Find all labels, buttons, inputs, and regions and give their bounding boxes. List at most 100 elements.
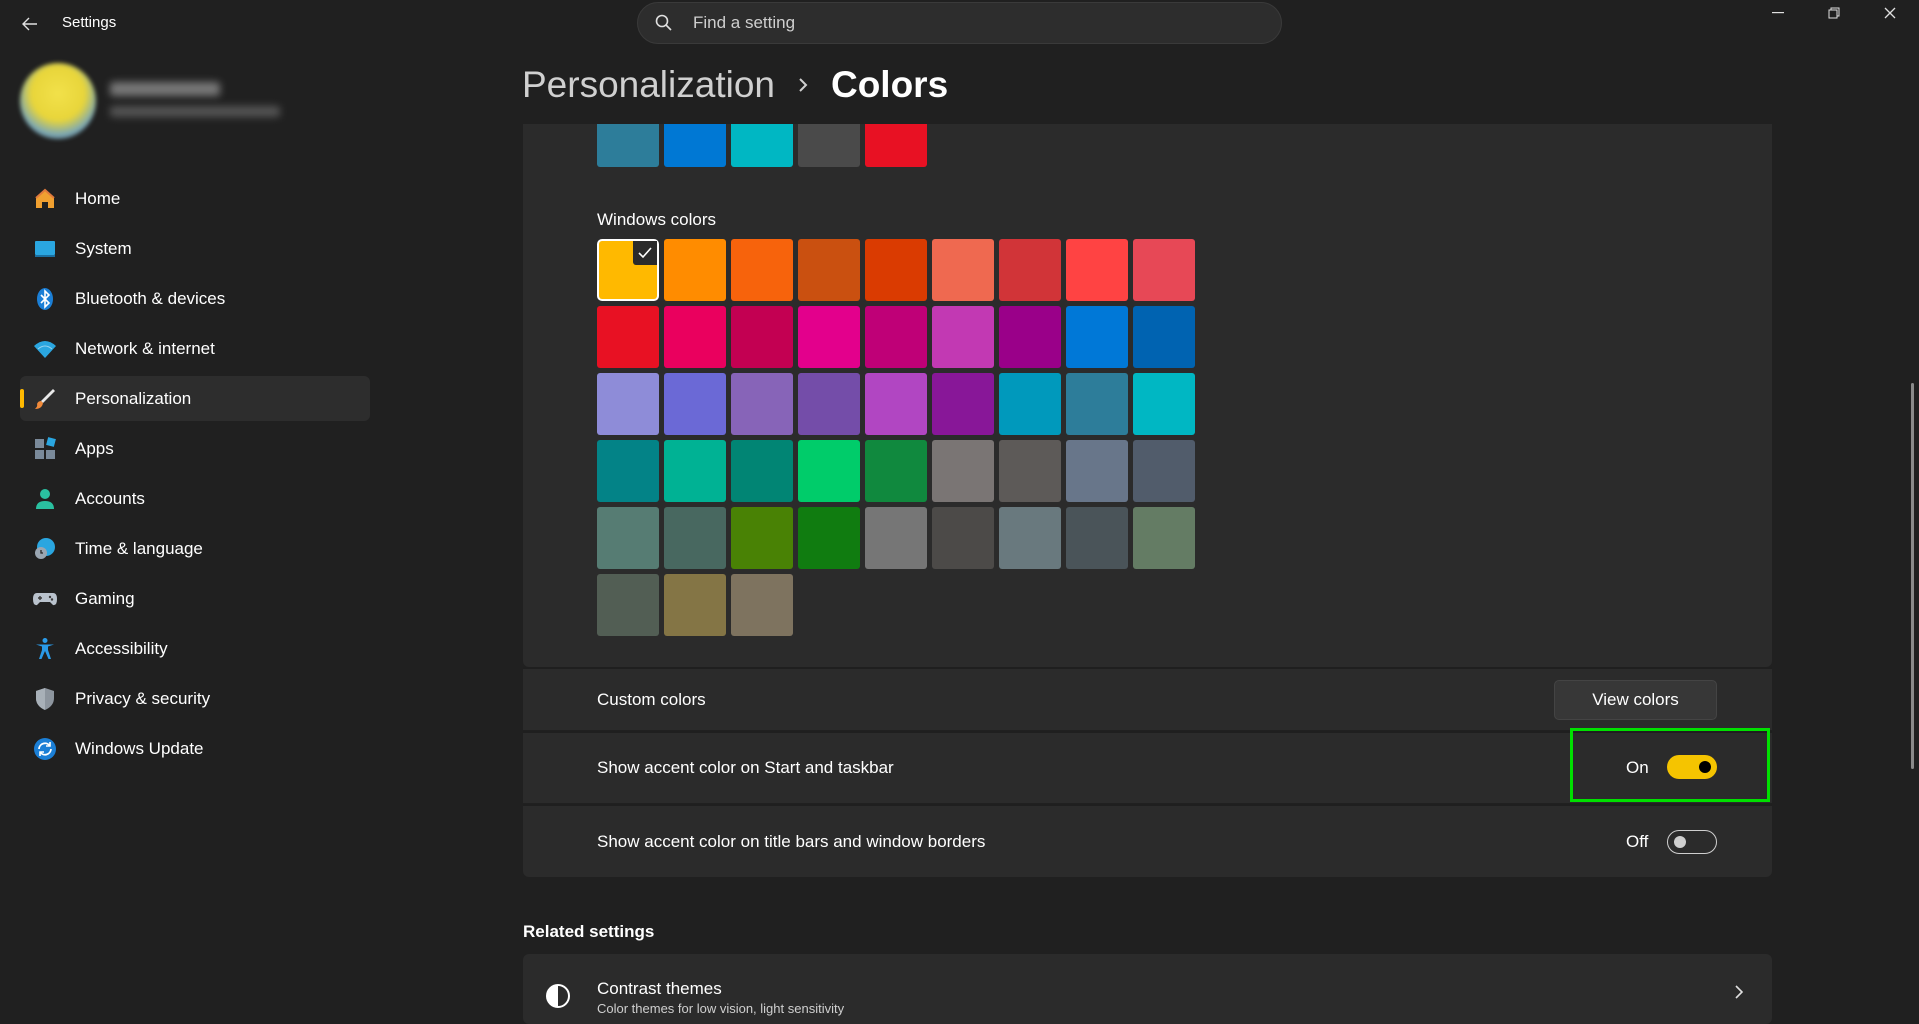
sidebar-item-label: Privacy & security (75, 688, 211, 708)
toggle-knob (1674, 836, 1686, 848)
sidebar-item-label: Bluetooth & devices (75, 288, 226, 308)
sidebar-item-label: Apps (75, 438, 114, 458)
windows-color-swatch[interactable] (798, 306, 860, 368)
back-button[interactable] (14, 10, 46, 38)
windows-color-swatch[interactable] (932, 306, 994, 368)
windows-color-swatch[interactable] (798, 440, 860, 502)
windows-color-swatch[interactable] (999, 507, 1061, 569)
windows-color-swatch[interactable] (932, 507, 994, 569)
profile-name-blurred (110, 82, 220, 96)
recent-color-swatch[interactable] (731, 124, 793, 167)
windows-color-swatch[interactable] (731, 306, 793, 368)
windows-color-swatch[interactable] (664, 507, 726, 569)
sidebar-nav: Home System Bluetooth & devices Network … (20, 176, 370, 776)
recent-color-swatch[interactable] (798, 124, 860, 167)
windows-color-swatch[interactable] (731, 574, 793, 636)
windows-color-swatch[interactable] (597, 306, 659, 368)
windows-color-swatch[interactable] (932, 373, 994, 435)
windows-color-swatch[interactable] (798, 507, 860, 569)
system-icon (32, 236, 58, 262)
windows-color-swatch[interactable] (999, 239, 1061, 301)
accounts-icon (32, 486, 58, 512)
sidebar-item-system[interactable]: System (20, 226, 370, 271)
windows-color-swatch[interactable] (1066, 440, 1128, 502)
windows-color-swatch[interactable] (798, 373, 860, 435)
windows-color-swatch[interactable] (664, 306, 726, 368)
windows-color-swatch[interactable] (865, 507, 927, 569)
windows-color-swatch[interactable] (1133, 239, 1195, 301)
breadcrumb-parent[interactable]: Personalization (522, 64, 775, 106)
windows-color-swatch[interactable] (999, 440, 1061, 502)
windows-color-swatch[interactable] (1133, 507, 1195, 569)
windows-color-swatch[interactable] (1066, 373, 1128, 435)
recent-color-swatch[interactable] (597, 124, 659, 167)
scrollbar[interactable] (1911, 383, 1914, 769)
windows-color-swatch[interactable] (1133, 373, 1195, 435)
windows-color-swatch[interactable] (865, 306, 927, 368)
windows-color-swatch[interactable] (1066, 507, 1128, 569)
sidebar-item-label: Personalization (75, 388, 192, 408)
sidebar-item-label: Home (75, 188, 121, 208)
sidebar-item-network[interactable]: Network & internet (20, 326, 370, 371)
windows-color-swatch[interactable] (731, 373, 793, 435)
windows-color-swatch[interactable] (932, 440, 994, 502)
recent-color-swatch[interactable] (664, 124, 726, 167)
windows-color-swatch[interactable] (865, 239, 927, 301)
minimize-button[interactable] (1750, 0, 1806, 26)
windows-color-swatch[interactable] (599, 241, 657, 299)
sidebar-item-accounts[interactable]: Accounts (20, 476, 370, 521)
chevron-right-icon (1734, 984, 1744, 1005)
windows-colors-label: Windows colors (597, 210, 717, 229)
recent-color-swatch[interactable] (865, 124, 927, 167)
minimize-icon (1772, 12, 1784, 14)
windows-color-swatch[interactable] (932, 239, 994, 301)
sidebar-item-bluetooth[interactable]: Bluetooth & devices (20, 276, 370, 321)
windows-color-swatch[interactable] (798, 239, 860, 301)
windows-color-swatch[interactable] (731, 440, 793, 502)
windows-color-swatch[interactable] (1133, 440, 1195, 502)
close-button[interactable] (1862, 0, 1918, 26)
sidebar-item-privacy[interactable]: Privacy & security (20, 676, 370, 721)
app-title: Settings (62, 14, 117, 31)
back-arrow-icon (22, 17, 37, 31)
bluetooth-icon (32, 286, 58, 312)
windows-color-swatch[interactable] (664, 440, 726, 502)
sidebar-item-apps[interactable]: Apps (20, 426, 370, 471)
search-box[interactable] (637, 2, 1282, 44)
sidebar-item-gaming[interactable]: Gaming (20, 576, 370, 621)
accent-title-bars-toggle[interactable] (1667, 830, 1717, 854)
restore-button[interactable] (1806, 0, 1862, 26)
windows-color-swatch[interactable] (999, 306, 1061, 368)
windows-color-swatch[interactable] (1066, 239, 1128, 301)
avatar[interactable] (20, 63, 96, 139)
windows-color-swatch[interactable] (664, 574, 726, 636)
search-input[interactable] (691, 12, 1255, 34)
windows-color-swatch[interactable] (597, 373, 659, 435)
windows-color-swatch[interactable] (731, 507, 793, 569)
windows-color-swatch[interactable] (597, 440, 659, 502)
sidebar-item-home[interactable]: Home (20, 176, 370, 221)
windows-color-swatch[interactable] (731, 239, 793, 301)
windows-color-swatch[interactable] (1066, 306, 1128, 368)
windows-color-swatch[interactable] (865, 440, 927, 502)
windows-color-swatch[interactable] (1133, 306, 1195, 368)
windows-color-swatch[interactable] (597, 507, 659, 569)
windows-color-swatch[interactable] (865, 373, 927, 435)
accessibility-icon (32, 636, 58, 662)
sidebar-item-personalization[interactable]: Personalization (20, 376, 370, 421)
toggle-state-off: Off (1626, 831, 1649, 851)
sidebar-item-label: Windows Update (75, 738, 204, 758)
sidebar-item-accessibility[interactable]: Accessibility (20, 626, 370, 671)
view-colors-button[interactable]: View colors (1554, 679, 1717, 720)
search-icon (655, 12, 677, 34)
breadcrumb: Personalization Colors (522, 64, 948, 106)
custom-colors-row: Custom colors View colors (523, 667, 1772, 730)
sidebar-item-windows-update[interactable]: Windows Update (20, 726, 370, 771)
windows-color-swatch[interactable] (664, 373, 726, 435)
windows-color-swatch[interactable] (999, 373, 1061, 435)
accent-title-bars-label: Show accent color on title bars and wind… (597, 831, 986, 851)
sidebar-item-time-language[interactable]: Time & language (20, 526, 370, 571)
windows-color-swatch[interactable] (597, 574, 659, 636)
profile-email-blurred (110, 106, 280, 117)
windows-color-swatch[interactable] (664, 239, 726, 301)
